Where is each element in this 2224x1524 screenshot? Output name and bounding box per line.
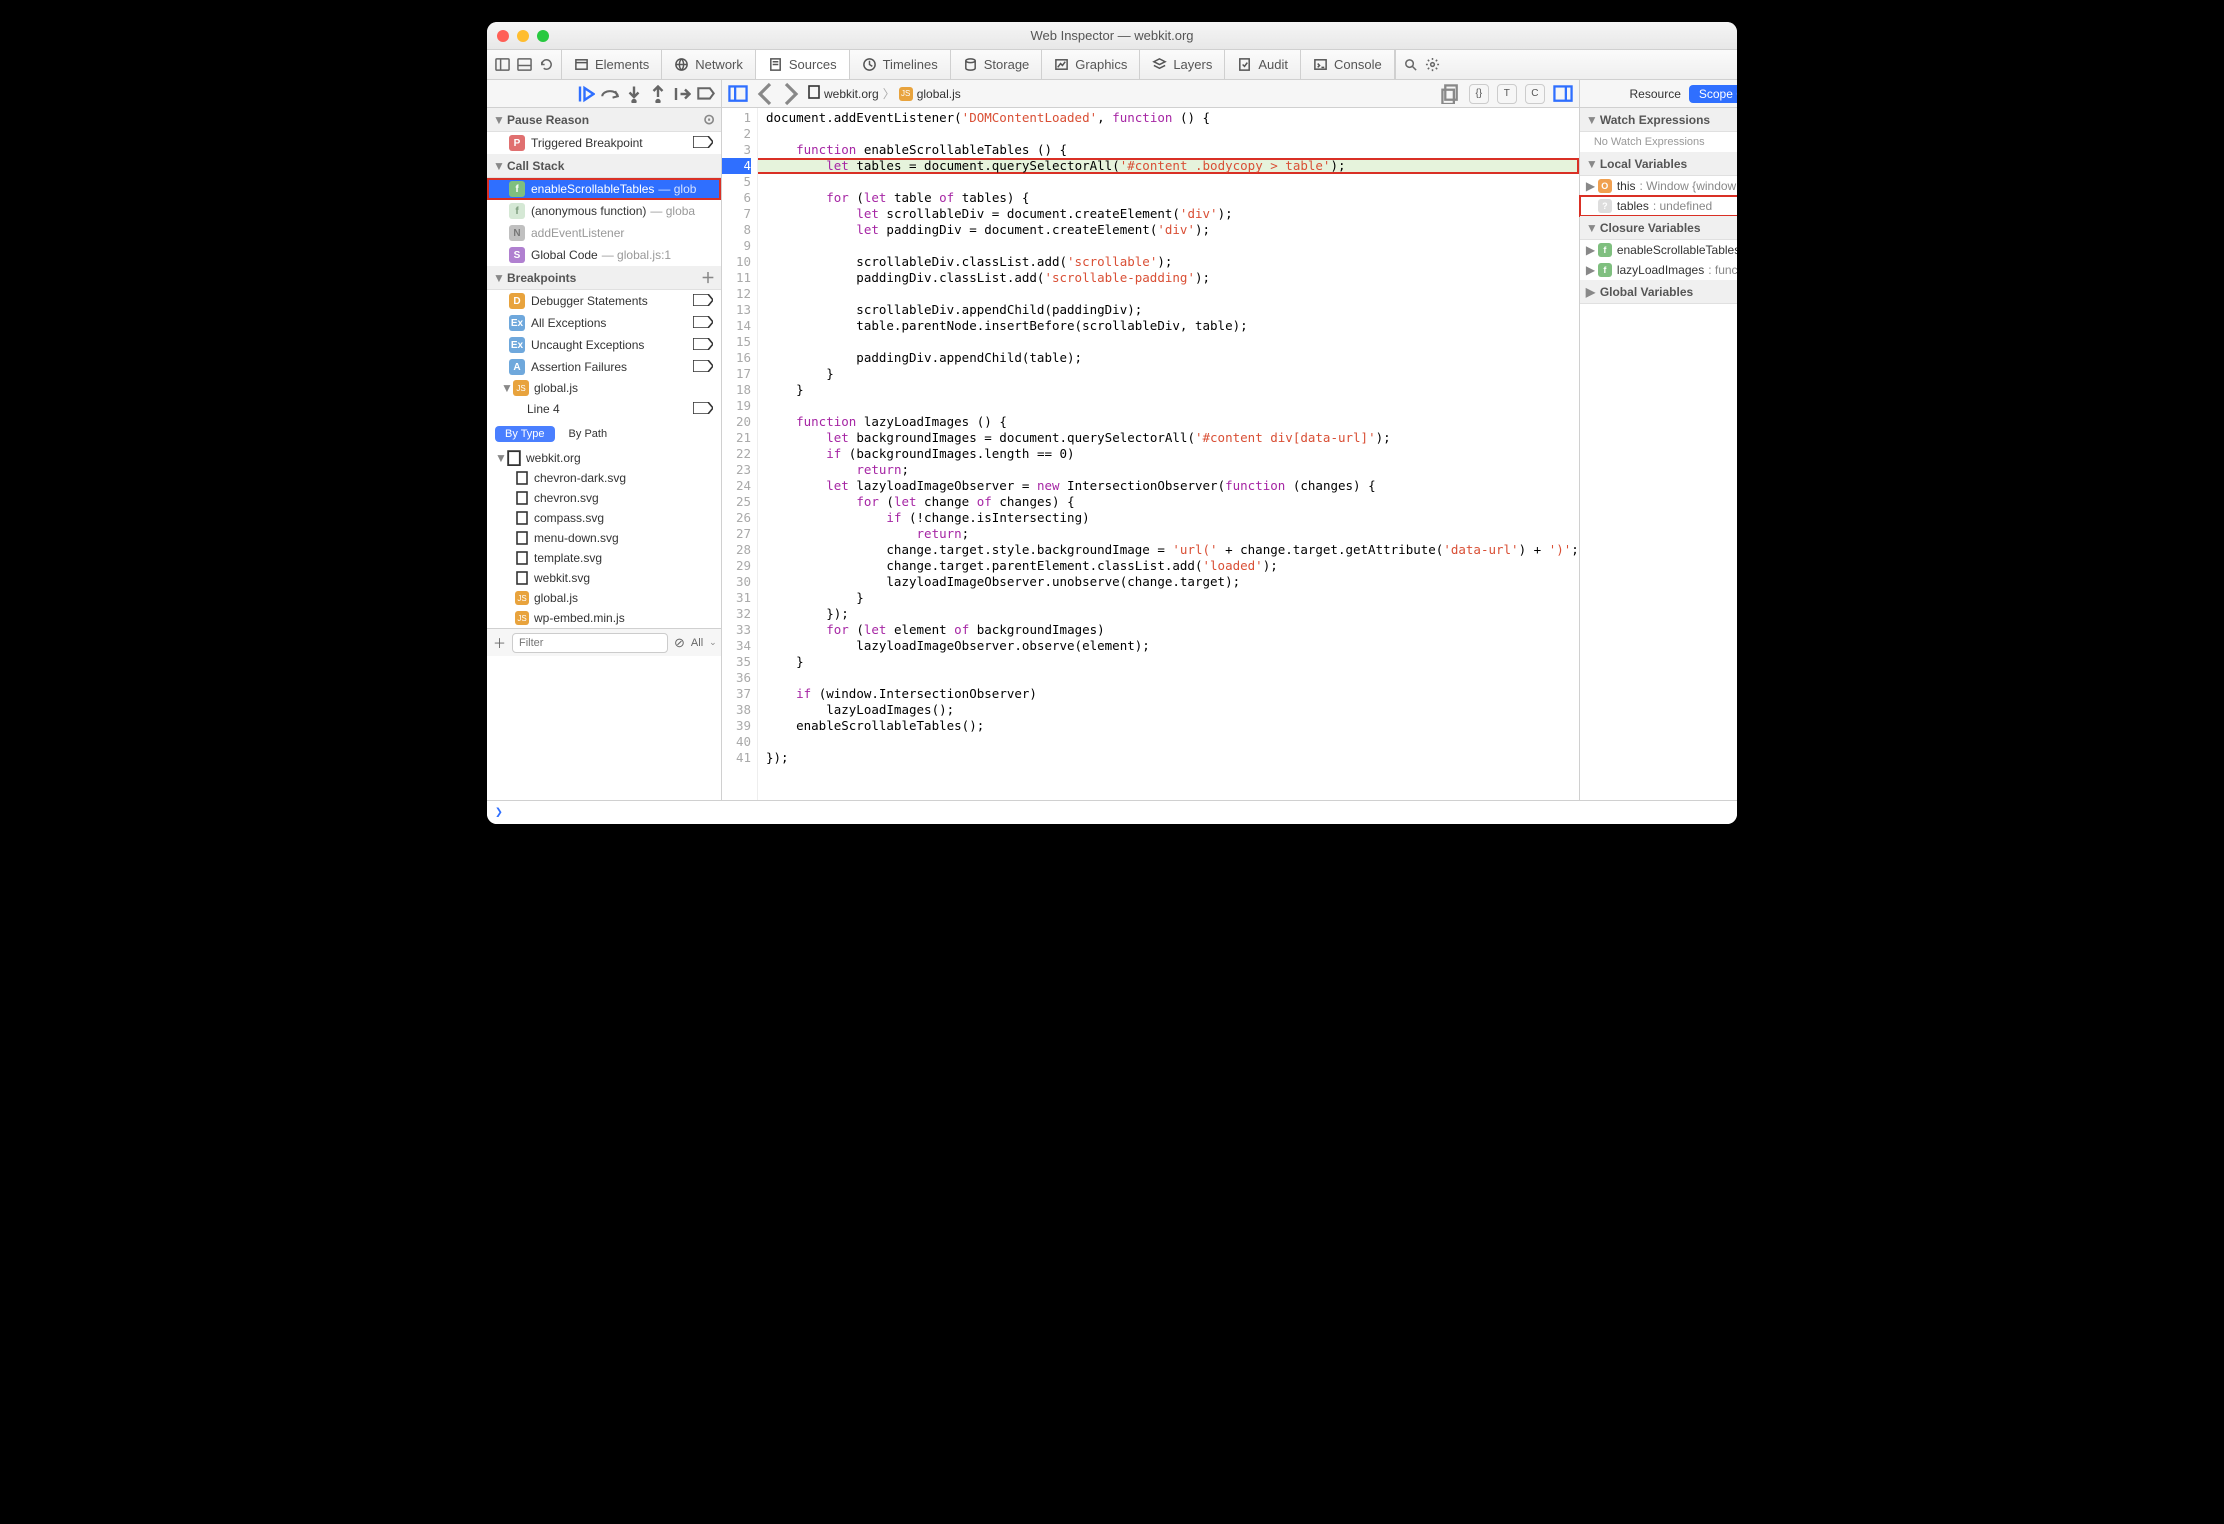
local-variables-header[interactable]: ▼Local Variables bbox=[1580, 152, 1737, 176]
call-stack-frame-3[interactable]: SGlobal Code— global.js:1 bbox=[487, 244, 721, 266]
type-profile-button[interactable]: T bbox=[1497, 84, 1517, 104]
step-button[interactable] bbox=[673, 85, 691, 103]
call-stack-frame-2[interactable]: NaddEventListener bbox=[487, 222, 721, 244]
pretty-print-button[interactable]: {} bbox=[1469, 84, 1489, 104]
watch-expressions-header[interactable]: ▼Watch Expressions＋⊘⟳ bbox=[1580, 108, 1737, 132]
file-chevron.svg[interactable]: chevron.svg bbox=[487, 488, 721, 508]
breakpoint-file[interactable]: ▼JSglobal.js bbox=[487, 378, 721, 398]
settings-gear-icon[interactable] bbox=[1424, 56, 1442, 74]
closure-variables-header[interactable]: ▼Closure Variables bbox=[1580, 216, 1737, 240]
deactivate-breakpoints-button[interactable] bbox=[697, 85, 715, 103]
breakpoint-all-exceptions[interactable]: ExAll Exceptions bbox=[487, 312, 721, 334]
call-stack-frame-0[interactable]: fenableScrollableTables— glob bbox=[487, 178, 721, 200]
tab-layers[interactable]: Layers bbox=[1140, 50, 1225, 79]
breakpoint-uncaught-exceptions[interactable]: ExUncaught Exceptions bbox=[487, 334, 721, 356]
add-breakpoint-icon[interactable]: ＋ bbox=[701, 268, 715, 288]
local-var-this[interactable]: ▶Othis: Window {window: Wind bbox=[1580, 176, 1737, 196]
filter-scope[interactable]: All bbox=[691, 637, 703, 649]
tab-sources[interactable]: Sources bbox=[756, 50, 850, 79]
step-into-button[interactable] bbox=[625, 85, 643, 103]
file-wp-embed.min.js[interactable]: JSwp-embed.min.js bbox=[487, 608, 721, 628]
source-editor-panel: webkit.org 〉 JS global.js {} T C 1234567… bbox=[722, 80, 1580, 800]
call-stack-header[interactable]: ▼Call Stack bbox=[487, 154, 721, 178]
breakpoint-line-4[interactable]: Line 4 bbox=[487, 398, 721, 420]
main-tabbar: Elements Network Sources Timelines Stora… bbox=[487, 50, 1737, 80]
document-icon bbox=[507, 451, 521, 465]
file-icon bbox=[515, 511, 529, 525]
reload-icon[interactable] bbox=[537, 56, 555, 74]
breadcrumb[interactable]: webkit.org 〉 JS global.js bbox=[808, 85, 961, 102]
docking-controls bbox=[487, 50, 562, 79]
sort-by-type[interactable]: By Type bbox=[495, 426, 555, 442]
tab-graphics[interactable]: Graphics bbox=[1042, 50, 1140, 79]
tab-elements[interactable]: Elements bbox=[562, 50, 662, 79]
call-stack-frame-1[interactable]: f(anonymous function)— globa bbox=[487, 200, 721, 222]
details-toolbar: Resource Scope Chain bbox=[1580, 80, 1737, 108]
editor-toolbar: webkit.org 〉 JS global.js {} T C bbox=[722, 80, 1579, 108]
filter-issues-icon[interactable]: ⊘ bbox=[674, 634, 685, 652]
pause-reason-options-icon[interactable]: ⊙ bbox=[703, 111, 715, 128]
navigator-sidebar: ▼Pause Reason⊙ PTriggered Breakpoint ▼Ca… bbox=[487, 80, 722, 800]
closure-var-1[interactable]: ▶fenableScrollableTables: fun… bbox=[1580, 240, 1737, 260]
global-variables-header[interactable]: ▶Global Variables bbox=[1580, 280, 1737, 304]
file-template.svg[interactable]: template.svg bbox=[487, 548, 721, 568]
file-webkit.svg[interactable]: webkit.svg bbox=[487, 568, 721, 588]
zoom-window-button[interactable] bbox=[537, 30, 549, 42]
file-chevron-dark.svg[interactable]: chevron-dark.svg bbox=[487, 468, 721, 488]
watch-empty-text: No Watch Expressions bbox=[1580, 132, 1737, 152]
resource-tree-root[interactable]: ▼webkit.org bbox=[487, 448, 721, 468]
file-global.js[interactable]: JSglobal.js bbox=[487, 588, 721, 608]
local-var-tables[interactable]: ?tables: undefined bbox=[1580, 196, 1737, 216]
details-sidebar: Resource Scope Chain ▼Watch Expressions＋… bbox=[1580, 80, 1737, 800]
filter-scope-chevron-icon[interactable]: ⌄ bbox=[709, 637, 717, 648]
sort-by-path[interactable]: By Path bbox=[559, 426, 618, 442]
pause-reason-header[interactable]: ▼Pause Reason⊙ bbox=[487, 108, 721, 132]
file-icon bbox=[515, 491, 529, 505]
file-icon bbox=[515, 531, 529, 545]
file-icon bbox=[515, 571, 529, 585]
console-prompt[interactable]: ❯ bbox=[487, 800, 1737, 824]
new-resource-icon[interactable]: ＋ bbox=[493, 634, 506, 652]
search-icon[interactable] bbox=[1402, 56, 1420, 74]
filter-input[interactable] bbox=[512, 633, 668, 653]
tab-network[interactable]: Network bbox=[662, 50, 756, 79]
dock-left-icon[interactable] bbox=[493, 56, 511, 74]
pause-reason-item[interactable]: PTriggered Breakpoint bbox=[487, 132, 721, 154]
inspector-window: Web Inspector — webkit.org Elements Netw… bbox=[487, 22, 1737, 824]
window-title: Web Inspector — webkit.org bbox=[1030, 28, 1193, 43]
file-compass.svg[interactable]: compass.svg bbox=[487, 508, 721, 528]
file-icon bbox=[515, 471, 529, 485]
coverage-button[interactable]: C bbox=[1525, 84, 1545, 104]
toggle-right-sidebar-icon[interactable] bbox=[1553, 84, 1573, 104]
copy-icon[interactable] bbox=[1441, 84, 1461, 104]
debugger-toolbar bbox=[487, 80, 721, 108]
resume-button[interactable] bbox=[577, 85, 595, 103]
scope-chain-tab[interactable]: Scope Chain bbox=[1689, 85, 1737, 103]
minimize-window-button[interactable] bbox=[517, 30, 529, 42]
breakpoints-header[interactable]: ▼Breakpoints＋ bbox=[487, 266, 721, 290]
step-out-button[interactable] bbox=[649, 85, 667, 103]
code-editor[interactable]: 1234567891011121314151617181920212223242… bbox=[722, 108, 1579, 800]
close-window-button[interactable] bbox=[497, 30, 509, 42]
toggle-left-sidebar-icon[interactable] bbox=[728, 84, 748, 104]
breakpoint-debugger-statements[interactable]: DDebugger Statements bbox=[487, 290, 721, 312]
step-over-button[interactable] bbox=[601, 85, 619, 103]
file-icon bbox=[515, 551, 529, 565]
nav-back-icon[interactable] bbox=[756, 84, 776, 104]
site-icon bbox=[808, 85, 820, 102]
closure-var-2[interactable]: ▶flazyLoadImages: function( bbox=[1580, 260, 1737, 280]
breakpoint-assertion-failures[interactable]: AAssertion Failures bbox=[487, 356, 721, 378]
nav-forward-icon[interactable] bbox=[780, 84, 800, 104]
tab-console[interactable]: Console bbox=[1301, 50, 1395, 79]
tab-timelines[interactable]: Timelines bbox=[850, 50, 951, 79]
dock-bottom-icon[interactable] bbox=[515, 56, 533, 74]
tab-storage[interactable]: Storage bbox=[951, 50, 1043, 79]
navigator-footer: ＋ ⊘ All ⌄ bbox=[487, 628, 721, 656]
file-menu-down.svg[interactable]: menu-down.svg bbox=[487, 528, 721, 548]
resource-tab[interactable]: Resource bbox=[1630, 87, 1681, 101]
titlebar: Web Inspector — webkit.org bbox=[487, 22, 1737, 50]
traffic-lights bbox=[497, 30, 549, 42]
sort-pills: By Type By Path bbox=[487, 420, 721, 448]
tab-audit[interactable]: Audit bbox=[1225, 50, 1301, 79]
